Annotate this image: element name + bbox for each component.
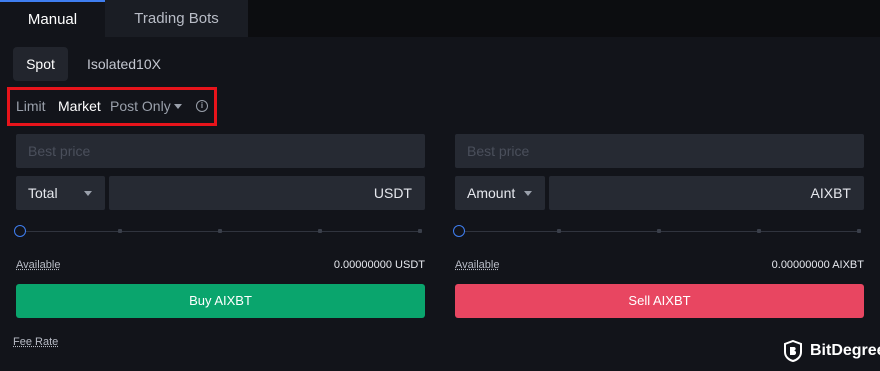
sell-button[interactable]: Sell AIXBT <box>455 284 864 318</box>
buy-slider-tick <box>218 229 222 233</box>
sell-available-label[interactable]: Available <box>455 259 499 271</box>
buy-price-placeholder: Best price <box>28 143 91 159</box>
buy-slider-tick <box>318 229 322 233</box>
sell-amount-mode-select[interactable]: Amount <box>455 176 545 210</box>
highlight-box <box>7 87 217 126</box>
mode-spot-button[interactable]: Spot <box>13 47 68 81</box>
sell-price-placeholder: Best price <box>467 143 530 159</box>
buy-slider-tick <box>418 229 422 233</box>
sell-slider-tick <box>657 229 661 233</box>
sell-available-value: 0.00000000 AIXBT <box>771 259 864 271</box>
buy-slider-tick <box>118 229 122 233</box>
buy-amount-mode-select[interactable]: Total <box>16 176 105 210</box>
sell-slider-handle[interactable] <box>453 225 465 237</box>
buy-button[interactable]: Buy AIXBT <box>16 284 425 318</box>
buy-available-value: 0.00000000 USDT <box>333 259 425 271</box>
sell-amount-mode-label: Amount <box>467 185 516 201</box>
buy-available-label[interactable]: Available <box>16 259 60 271</box>
sell-slider-tick <box>857 229 861 233</box>
buy-slider-handle[interactable] <box>14 225 26 237</box>
sell-amount-input[interactable]: AIXBT <box>549 176 864 210</box>
buy-total-input[interactable]: USDT <box>109 176 425 210</box>
chevron-down-icon <box>524 191 532 196</box>
fee-rate-link[interactable]: Fee Rate <box>13 336 58 348</box>
sell-price-input[interactable]: Best price <box>455 134 864 168</box>
brand-name: BitDegree <box>810 342 880 359</box>
tab-trading-bots[interactable]: Trading Bots <box>105 0 248 37</box>
sell-slider-tick <box>557 229 561 233</box>
mode-isolated-button[interactable]: Isolated10X <box>87 47 161 81</box>
buy-price-input[interactable]: Best price <box>16 134 425 168</box>
shield-logo-icon <box>784 340 802 362</box>
tab-manual[interactable]: Manual <box>0 0 105 37</box>
sell-slider-tick <box>757 229 761 233</box>
sell-unit-label: AIXBT <box>810 185 851 201</box>
buy-unit-label: USDT <box>373 185 412 201</box>
top-tab-bar: Manual Trading Bots <box>0 0 880 37</box>
buy-amount-mode-label: Total <box>28 185 58 201</box>
chevron-down-icon <box>84 191 92 196</box>
